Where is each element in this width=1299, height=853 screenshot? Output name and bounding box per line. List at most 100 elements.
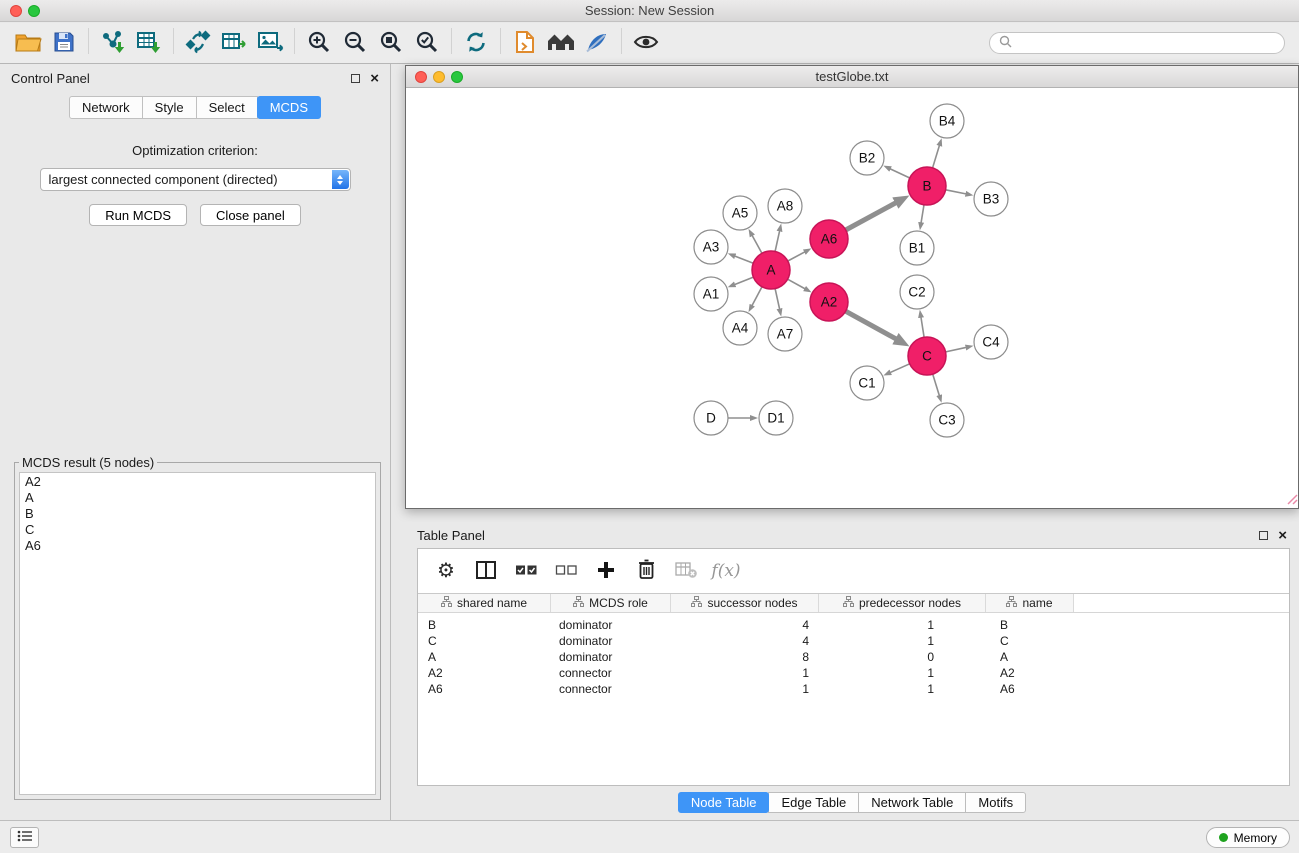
float-table-panel-icon[interactable] [1259,531,1268,540]
node-A4[interactable]: A4 [723,311,757,345]
deselect-all-rows-button[interactable] [548,555,584,587]
table-row[interactable]: Adominator80A [418,649,1289,665]
cell[interactable]: 1 [819,617,986,633]
table-settings-button[interactable]: ⚙ [428,555,464,587]
export-table-button[interactable] [216,26,252,60]
table-row[interactable]: Bdominator41B [418,617,1289,633]
cell[interactable]: A6 [418,681,551,697]
toolbar-search[interactable] [989,32,1285,54]
column-header-shared-name[interactable]: shared name [418,594,551,612]
run-mcds-button[interactable]: Run MCDS [89,204,187,226]
cell[interactable]: connector [551,665,671,681]
show-overview-button[interactable] [543,26,579,60]
zoom-out-button[interactable] [337,26,373,60]
open-session-button[interactable] [10,26,46,60]
tab-node-table[interactable]: Node Table [678,792,770,813]
node-A[interactable]: A [752,251,790,289]
edge-C-C3[interactable] [933,374,940,396]
tab-select[interactable]: Select [196,96,258,119]
cell[interactable]: A2 [986,665,1074,681]
memory-button[interactable]: Memory [1206,827,1290,848]
node-B3[interactable]: B3 [974,182,1008,216]
cell[interactable]: dominator [551,617,671,633]
cell[interactable]: C [986,633,1074,649]
node-C4[interactable]: C4 [974,325,1008,359]
zoom-in-button[interactable] [301,26,337,60]
import-table-button[interactable] [131,26,167,60]
node-C[interactable]: C [908,337,946,375]
edge-C-C2[interactable] [921,317,924,338]
node-A2[interactable]: A2 [810,283,848,321]
column-header-successor-nodes[interactable]: successor nodes [671,594,819,612]
column-header-predecessor-nodes[interactable]: predecessor nodes [819,594,986,612]
edge-B-B4[interactable] [933,145,940,168]
cell[interactable]: 0 [819,649,986,665]
node-A3[interactable]: A3 [694,230,728,264]
cell[interactable]: 1 [819,665,986,681]
result-item[interactable]: A2 [25,474,370,490]
result-item[interactable]: C [25,522,370,538]
edge-A-A4[interactable] [752,287,762,306]
new-network-button[interactable] [180,26,216,60]
edge-A-A7[interactable] [775,289,780,310]
delete-table-button[interactable] [668,555,704,587]
close-view-button[interactable] [415,71,427,83]
node-A1[interactable]: A1 [694,277,728,311]
edge-B-B3[interactable] [946,190,967,194]
tab-network-table[interactable]: Network Table [858,792,966,813]
close-panel-icon[interactable]: × [370,71,379,86]
tab-motifs[interactable]: Motifs [965,792,1026,813]
edge-A2-C[interactable] [846,311,897,339]
cell[interactable]: connector [551,681,671,697]
node-B4[interactable]: B4 [930,104,964,138]
edge-A-A2[interactable] [788,279,806,289]
cell[interactable]: 1 [819,681,986,697]
node-D1[interactable]: D1 [759,401,793,435]
resize-handle-icon[interactable] [1285,492,1298,508]
paint-style-button[interactable] [579,26,615,60]
column-visibility-button[interactable] [468,555,504,587]
add-column-button[interactable] [588,555,624,587]
zoom-selected-button[interactable] [409,26,445,60]
cell[interactable]: B [986,617,1074,633]
export-image-button[interactable] [252,26,288,60]
tab-mcds[interactable]: MCDS [257,96,321,119]
cell[interactable]: A2 [418,665,551,681]
node-C2[interactable]: C2 [900,275,934,309]
optimization-select[interactable]: largest connected component (directed) [40,168,351,191]
cell[interactable]: dominator [551,633,671,649]
close-window-button[interactable] [10,5,22,17]
cell[interactable]: A6 [986,681,1074,697]
cell[interactable]: 8 [671,649,819,665]
tab-edge-table[interactable]: Edge Table [768,792,859,813]
save-session-button[interactable] [46,26,82,60]
cell[interactable]: A [986,649,1074,665]
tab-network[interactable]: Network [69,96,143,119]
cell[interactable]: 4 [671,633,819,649]
mcds-result-list[interactable]: A2ABCA6 [19,472,376,795]
edge-A-A3[interactable] [734,256,753,263]
minimize-view-button[interactable] [433,71,445,83]
cell[interactable]: C [418,633,551,649]
show-hide-button[interactable] [628,26,664,60]
delete-column-button[interactable] [628,555,664,587]
edge-B-B1[interactable] [921,205,924,224]
node-B[interactable]: B [908,167,946,205]
refresh-layout-button[interactable] [458,26,494,60]
edge-A-A1[interactable] [734,277,753,285]
function-builder-button[interactable]: f(x) [708,555,744,587]
edge-B-B2[interactable] [890,169,910,178]
close-table-panel-icon[interactable]: × [1278,528,1287,543]
table-row[interactable]: A2connector11A2 [418,665,1289,681]
node-A6[interactable]: A6 [810,220,848,258]
edge-A-A5[interactable] [752,235,762,253]
cell[interactable]: 1 [671,665,819,681]
select-stepper-icon[interactable] [332,170,349,189]
edge-A-A8[interactable] [775,230,780,251]
table-row[interactable]: Cdominator41C [418,633,1289,649]
cell[interactable]: 4 [671,617,819,633]
cell[interactable]: 1 [671,681,819,697]
cell[interactable]: 1 [819,633,986,649]
edge-A-A6[interactable] [788,252,805,261]
column-header-mcds-role[interactable]: MCDS role [551,594,671,612]
